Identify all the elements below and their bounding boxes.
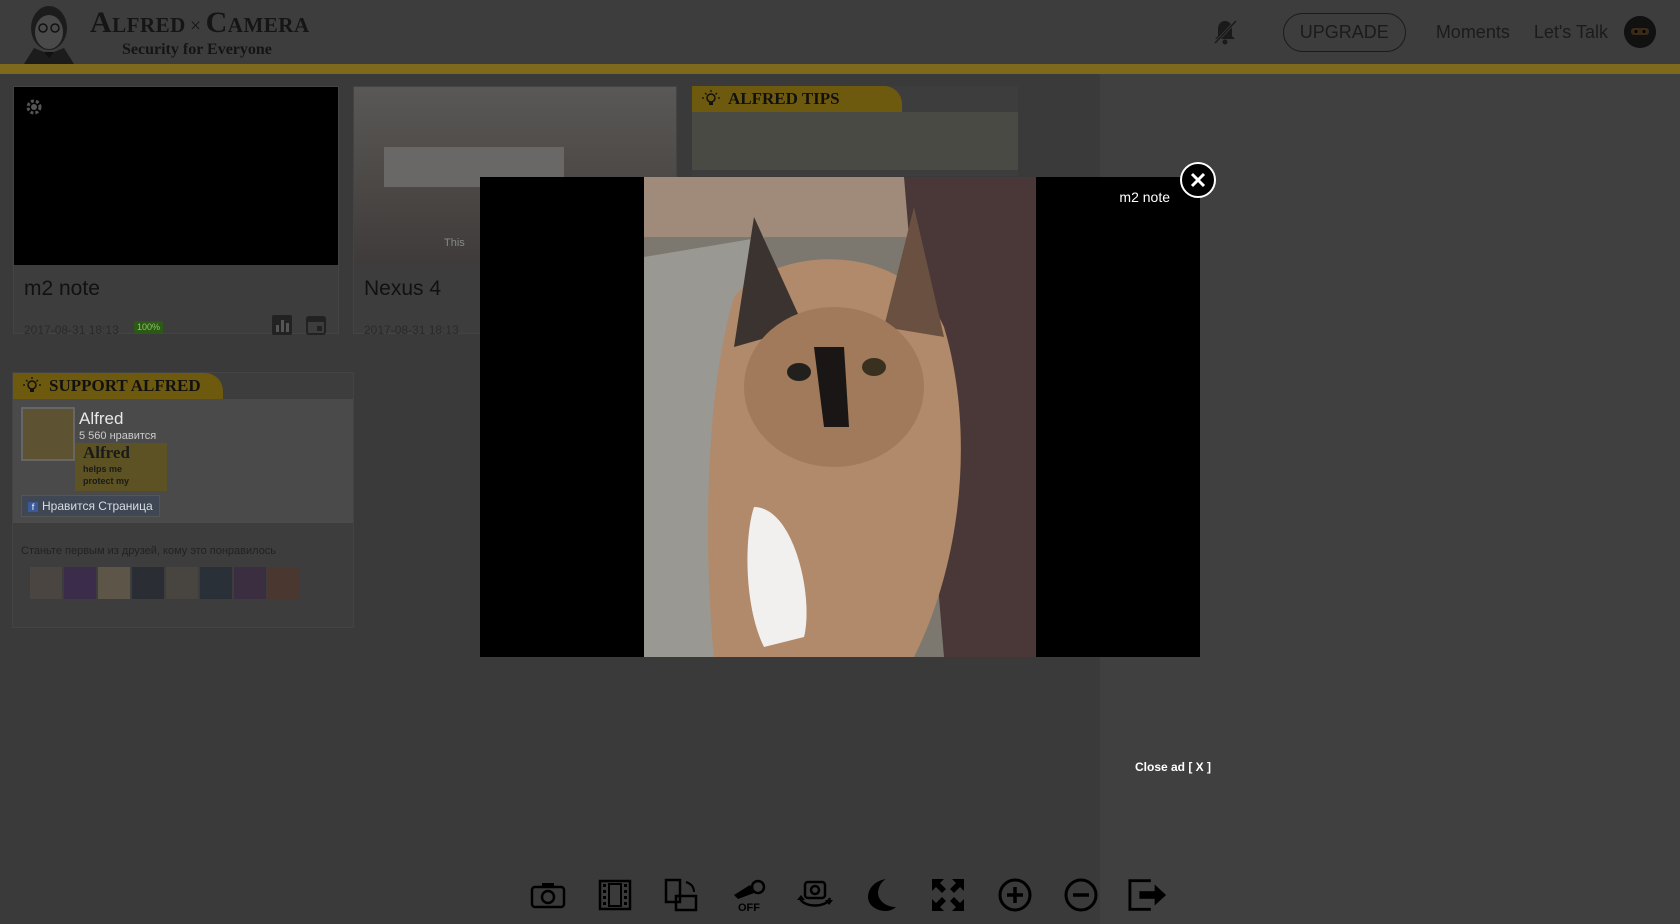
- preview-overlay-text: This: [444, 237, 465, 249]
- zoom-out-button[interactable]: [1061, 875, 1101, 915]
- fb-like-label: Нравится Страница: [42, 499, 153, 513]
- friend-avatar[interactable]: [132, 567, 164, 599]
- tips-image[interactable]: [692, 112, 1018, 170]
- facebook-icon: f: [28, 502, 38, 512]
- switch-camera-button[interactable]: [795, 875, 835, 915]
- viewer-camera-name: m2 note: [1119, 189, 1170, 205]
- support-title: SUPPORT ALFRED: [49, 376, 201, 395]
- alfred-face-icon: [24, 6, 74, 64]
- fullscreen-icon: [931, 879, 964, 911]
- video-stream-image: [644, 177, 1036, 657]
- fullscreen-button[interactable]: [928, 875, 968, 915]
- brand-title-right: Camera: [205, 6, 310, 39]
- brand-logo[interactable]: Alfred × Camera Security for Everyone: [14, 2, 310, 64]
- gear-icon[interactable]: [24, 97, 44, 117]
- brand-subtitle: Security for Everyone: [122, 41, 272, 58]
- viewer-toolbar: OFF: [528, 872, 1168, 918]
- camera-preview[interactable]: [14, 87, 338, 265]
- header-accent-bar: [0, 64, 1680, 74]
- fb-page-avatar: [21, 407, 75, 461]
- friend-avatar[interactable]: [166, 567, 198, 599]
- record-video-icon: [598, 879, 631, 911]
- rotate-button[interactable]: [661, 875, 701, 915]
- friend-avatar[interactable]: [268, 567, 300, 599]
- fb-friend-faces: [30, 567, 300, 599]
- brand-title-left: Alfred: [90, 6, 186, 39]
- camera-last-seen: 2017-08-31 18:13: [364, 323, 459, 337]
- live-video-frame[interactable]: [644, 177, 1036, 657]
- brand-title: Alfred × Camera: [90, 8, 310, 41]
- camera-card-m2-note[interactable]: m2 note 2017-08-31 18:13 100%: [13, 86, 339, 337]
- fb-page-name[interactable]: Alfred: [79, 409, 123, 429]
- friend-avatar[interactable]: [64, 567, 96, 599]
- close-icon: [1190, 172, 1206, 188]
- upgrade-button[interactable]: UPGRADE: [1282, 12, 1406, 52]
- nav-moments-link[interactable]: Moments: [1436, 22, 1510, 43]
- top-nav: UPGRADE Moments Let's Talk: [1209, 0, 1680, 64]
- close-viewer-button[interactable]: [1180, 162, 1216, 198]
- friend-avatar[interactable]: [98, 567, 130, 599]
- friend-avatar[interactable]: [30, 567, 62, 599]
- fb-friends-text: Станьте первым из друзей, кому это понра…: [21, 545, 277, 557]
- zoom-out-icon: [1064, 878, 1098, 912]
- camera-snapshot-icon: [530, 883, 566, 909]
- friend-avatar[interactable]: [234, 567, 266, 599]
- exit-button[interactable]: [1128, 875, 1168, 915]
- fb-cover-caption: Alfred: [83, 443, 130, 462]
- support-header: SUPPORT ALFRED: [13, 373, 223, 399]
- fb-like-count: 5 560 нравится: [79, 430, 157, 442]
- lightbulb-icon: [23, 377, 41, 392]
- zoom-in-button[interactable]: [995, 875, 1035, 915]
- ninja-avatar-icon: [1624, 16, 1656, 48]
- close-ad-link[interactable]: Close ad [ X ]: [1135, 760, 1211, 774]
- alfred-tips-card[interactable]: ALFRED TIPS: [692, 86, 1018, 176]
- camera-last-seen: 2017-08-31 18:13: [24, 323, 119, 337]
- fb-cover-image: Alfred helps me protect my: [75, 443, 167, 491]
- night-mode-icon: [868, 879, 897, 911]
- exit-icon: [1128, 879, 1167, 911]
- user-avatar[interactable]: [1624, 16, 1656, 48]
- brand-text: Alfred × Camera Security for Everyone: [90, 8, 310, 59]
- tips-title: ALFRED TIPS: [728, 89, 840, 108]
- zoom-in-icon: [998, 878, 1032, 912]
- flash-state-label: OFF: [738, 902, 760, 913]
- record-button[interactable]: [595, 875, 635, 915]
- tips-header: ALFRED TIPS: [692, 86, 902, 112]
- flashlight-icon: OFF: [733, 879, 766, 913]
- battery-badge: 100%: [134, 321, 164, 333]
- fb-cover-text: helps me protect my: [83, 464, 130, 486]
- lightbulb-icon: [702, 90, 720, 105]
- calendar-icon[interactable]: [304, 313, 328, 337]
- camera-name: m2 note: [24, 277, 100, 300]
- friend-avatar[interactable]: [200, 567, 232, 599]
- facebook-page-widget[interactable]: Alfred 5 560 нравится Alfred helps me pr…: [13, 399, 353, 523]
- stats-chart-icon[interactable]: [270, 313, 294, 337]
- switch-camera-icon: [796, 880, 833, 907]
- snapshot-button[interactable]: [528, 875, 568, 915]
- app-header: Alfred × Camera Security for Everyone UPGR…: [0, 0, 1680, 64]
- live-video-viewer[interactable]: m2 note: [480, 177, 1200, 657]
- camera-name: Nexus 4: [364, 277, 442, 300]
- fb-like-page-button[interactable]: f Нравится Страница: [21, 495, 160, 517]
- night-mode-button[interactable]: [861, 875, 901, 915]
- brand-title-x: ×: [189, 15, 202, 37]
- support-alfred-card: SUPPORT ALFRED Alfred 5 560 нравится Alf…: [12, 372, 354, 628]
- nav-lets-talk-link[interactable]: Let's Talk: [1534, 22, 1608, 43]
- rotate-screen-icon: [665, 878, 698, 912]
- flashlight-button[interactable]: OFF: [728, 875, 768, 915]
- notifications-off-icon[interactable]: [1209, 16, 1241, 48]
